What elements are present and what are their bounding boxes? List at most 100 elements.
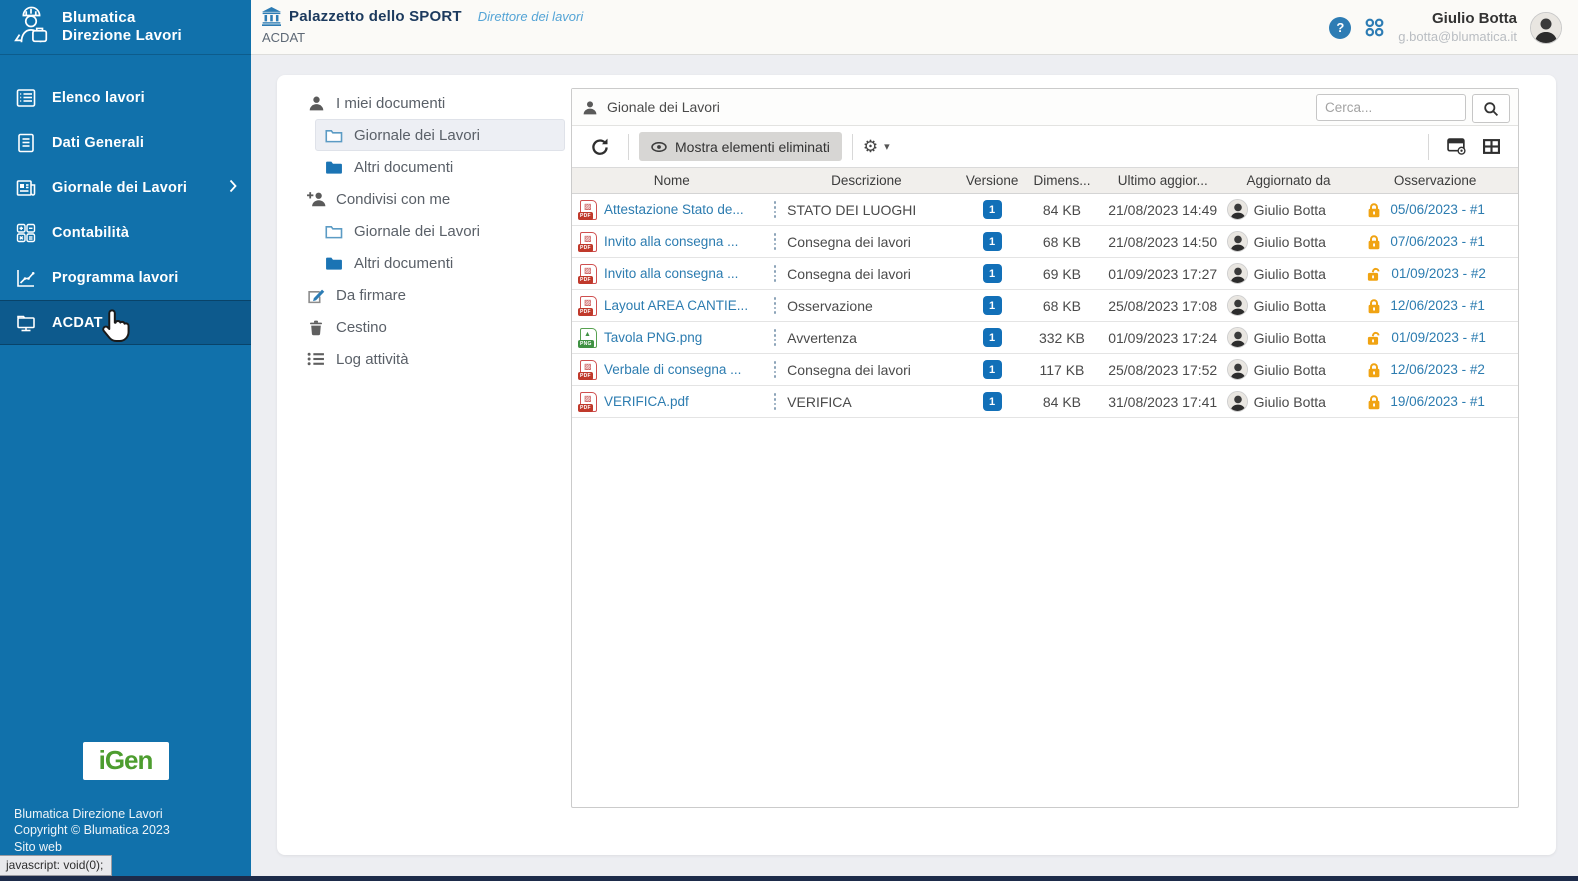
refresh-button[interactable] — [582, 133, 618, 161]
observation-link[interactable]: 12/06/2023 - #1 — [1390, 298, 1485, 313]
observation-link[interactable]: 01/09/2023 - #2 — [1391, 266, 1486, 281]
table-row[interactable]: ▨PDFLayout AREA CANTIE...Osservazione168… — [572, 290, 1518, 322]
updater-avatar — [1227, 263, 1248, 284]
file-name-link[interactable]: VERIFICA.pdf — [604, 394, 689, 409]
row-menu-kebab-icon[interactable] — [772, 295, 779, 315]
igen-logo[interactable]: iGen — [83, 742, 169, 780]
file-name-link[interactable]: Invito alla consegna ... — [604, 266, 738, 281]
observation-link[interactable]: 05/06/2023 - #1 — [1390, 202, 1485, 217]
tree-item-label: Giornale dei Lavori — [354, 127, 480, 144]
tree-item-altri-documenti[interactable]: Altri documenti — [315, 247, 565, 279]
tree-item-cestino[interactable]: Cestino — [297, 311, 565, 343]
sidebar-item-label: Programma lavori — [52, 270, 179, 286]
tree-item-condivisi-con-me[interactable]: Condivisi con me — [297, 183, 565, 215]
file-description: STATO DEI LUOGHI — [787, 202, 916, 218]
pdf-file-icon: ▨PDF — [580, 264, 597, 284]
file-description: Osservazione — [787, 298, 873, 314]
file-name-link[interactable]: Attestazione Stato de... — [604, 202, 744, 217]
file-name-link[interactable]: Invito alla consegna ... — [604, 234, 738, 249]
file-size: 68 KB — [1023, 298, 1101, 314]
footer-copyright: Copyright © Blumatica 2023 — [14, 822, 251, 839]
file-name-link[interactable]: Tavola PNG.png — [604, 330, 702, 345]
version-badge: 1 — [983, 360, 1002, 379]
sidebar-item-label: Dati Generali — [52, 135, 144, 151]
user-name: Giulio Botta — [1398, 10, 1517, 29]
last-updated: 21/08/2023 14:50 — [1101, 234, 1225, 250]
observation-link[interactable]: 12/06/2023 - #2 — [1390, 362, 1485, 377]
table-row[interactable]: ▨PDFVerbale di consegna ...Consegna dei … — [572, 354, 1518, 386]
sidebar-item-acdat[interactable]: ACDAT — [0, 300, 251, 345]
sidebar-item-label: Elenco lavori — [52, 90, 145, 106]
column-header-aggiornatoda[interactable]: Aggiornato da — [1225, 168, 1353, 193]
column-header-ultimoaggior[interactable]: Ultimo aggior... — [1101, 168, 1225, 193]
row-menu-kebab-icon[interactable] — [772, 391, 779, 411]
user-info: Giulio Botta g.botta@blumatica.it — [1398, 10, 1517, 45]
tree-item-giornale-dei-lavori[interactable]: Giornale dei Lavori — [315, 215, 565, 247]
apps-grid-icon[interactable] — [1364, 17, 1385, 38]
person-icon — [306, 95, 326, 111]
column-header-osservazione[interactable]: Osservazione — [1352, 168, 1518, 193]
search-input[interactable] — [1316, 94, 1466, 121]
brand: Blumatica Direzione Lavori — [0, 0, 251, 55]
version-badge: 1 — [983, 264, 1002, 283]
last-updated: 25/08/2023 17:08 — [1101, 298, 1225, 314]
folder-open-icon — [324, 224, 344, 239]
settings-dropdown-button[interactable]: ⚙ ▾ — [863, 137, 890, 157]
observation-link[interactable]: 07/06/2023 - #1 — [1390, 234, 1485, 249]
elenco-lavori-icon — [14, 86, 38, 110]
help-button[interactable]: ? — [1329, 17, 1351, 39]
person-plus-icon — [306, 191, 326, 207]
file-size: 68 KB — [1023, 234, 1101, 250]
toolbar-divider — [1428, 134, 1429, 160]
sidebar-item-elenco-lavori[interactable]: Elenco lavori — [0, 75, 251, 120]
grid-view-button[interactable] — [1475, 135, 1508, 158]
file-name-link[interactable]: Verbale di consegna ... — [604, 362, 741, 377]
folder-icon — [324, 256, 344, 271]
row-menu-kebab-icon[interactable] — [772, 359, 779, 379]
file-description: Consegna dei lavori — [787, 234, 911, 250]
eye-icon — [651, 142, 667, 152]
table-row[interactable]: ▨PDFVERIFICA.pdfVERIFICA184 KB31/08/2023… — [572, 386, 1518, 418]
table-row[interactable]: ▨PDFAttestazione Stato de...STATO DEI LU… — [572, 194, 1518, 226]
column-header-dimens[interactable]: Dimens... — [1023, 168, 1101, 193]
gear-icon: ⚙ — [863, 137, 878, 157]
row-menu-kebab-icon[interactable] — [772, 231, 779, 251]
file-size: 84 KB — [1023, 394, 1101, 410]
footer-website-link[interactable]: Sito web — [14, 839, 251, 856]
tree-item-da-firmare[interactable]: Da firmare — [297, 279, 565, 311]
table-row[interactable]: ▲PNGTavola PNG.pngAvvertenza1332 KB01/09… — [572, 322, 1518, 354]
row-menu-kebab-icon[interactable] — [772, 263, 779, 283]
tree-item-log-attività[interactable]: Log attività — [297, 343, 565, 375]
app-window: Blumatica Direzione Lavori Elenco lavori… — [0, 0, 1578, 881]
row-menu-kebab-icon[interactable] — [772, 327, 779, 347]
sidebar-item-programma-lavori[interactable]: Programma lavori — [0, 255, 251, 300]
sidebar-item-giornale-dei-lavori[interactable]: Giornale dei Lavori — [0, 165, 251, 210]
tree-item-label: Log attività — [336, 351, 409, 368]
main-panel: I miei documentiGiornale dei LavoriAltri… — [277, 75, 1556, 855]
sidebar-item-label: ACDAT — [52, 315, 103, 331]
lock-closed-icon — [1366, 362, 1382, 378]
row-menu-kebab-icon[interactable] — [772, 199, 779, 219]
sidebar-item-contabilità[interactable]: Contabilità — [0, 210, 251, 255]
tree-item-giornale-dei-lavori[interactable]: Giornale dei Lavori — [315, 119, 565, 151]
column-header-descrizione[interactable]: Descrizione — [772, 168, 962, 193]
user-avatar[interactable] — [1530, 12, 1562, 44]
column-header-versione[interactable]: Versione — [961, 168, 1023, 193]
observation-link[interactable]: 01/09/2023 - #1 — [1391, 330, 1486, 345]
tree-item-altri-documenti[interactable]: Altri documenti — [315, 151, 565, 183]
table-row[interactable]: ▨PDFInvito alla consegna ...Consegna dei… — [572, 226, 1518, 258]
log-icon — [306, 351, 326, 367]
file-size: 84 KB — [1023, 202, 1101, 218]
toolbar: Mostra elementi eliminati ⚙ ▾ — [572, 126, 1518, 167]
search-button[interactable] — [1472, 94, 1510, 123]
show-deleted-button[interactable]: Mostra elementi eliminati — [639, 132, 842, 161]
observation-link[interactable]: 19/06/2023 - #1 — [1390, 394, 1485, 409]
table-row[interactable]: ▨PDFInvito alla consegna ...Consegna dei… — [572, 258, 1518, 290]
column-visibility-button[interactable] — [1439, 134, 1475, 159]
file-name-link[interactable]: Layout AREA CANTIE... — [604, 298, 748, 313]
column-header-nome[interactable]: Nome — [572, 168, 772, 193]
caret-down-icon: ▾ — [884, 140, 890, 153]
tree-item-i-miei-documenti[interactable]: I miei documenti — [297, 87, 565, 119]
sidebar-item-dati-generali[interactable]: Dati Generali — [0, 120, 251, 165]
sidebar-footer: iGen Blumatica Direzione Lavori Copyrigh… — [0, 742, 251, 856]
